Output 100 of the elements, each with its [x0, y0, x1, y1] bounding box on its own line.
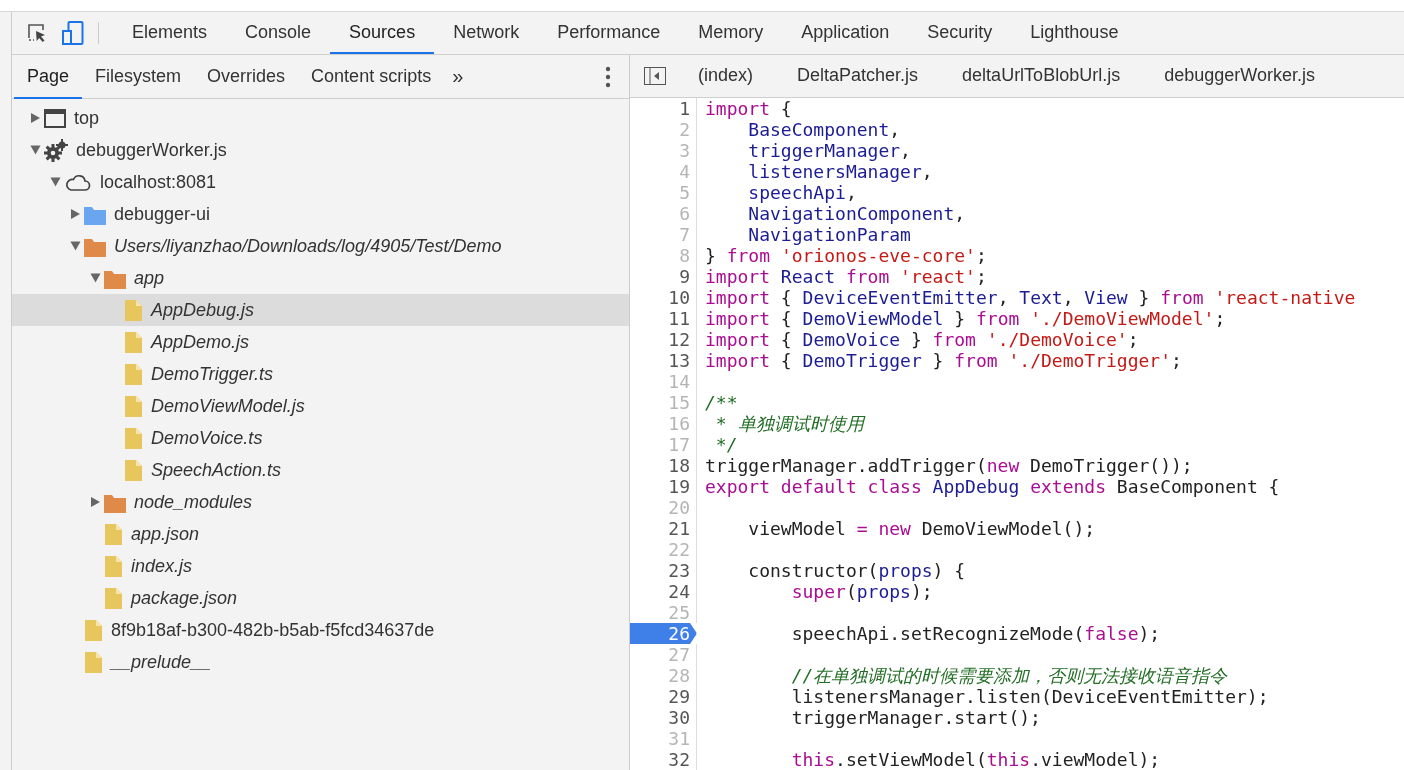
sidebar-toggle-icon[interactable]: [644, 67, 666, 85]
code-line: //在单独调试的时候需要添加，否则无法接收语音指令: [790, 665, 1228, 686]
line-number: 16: [630, 413, 697, 434]
line-number: 2: [630, 119, 697, 140]
code-line: import { DemoVoice } from './DemoVoice';: [705, 329, 1139, 350]
line-number: 24: [630, 581, 697, 602]
line-number: 17: [630, 434, 697, 455]
line-number: 15: [630, 392, 697, 413]
navigator-tab[interactable]: Filesystem: [82, 55, 195, 99]
tree-item[interactable]: package.json: [12, 582, 629, 614]
panel-tab[interactable]: Lighthouse: [1011, 12, 1138, 54]
tree-item[interactable]: debuggerWorker.js: [12, 134, 629, 166]
file-icon: [124, 330, 143, 354]
line-number: 30: [630, 707, 697, 728]
disclosure-triangle-icon[interactable]: [29, 112, 41, 124]
line-number: 1: [630, 98, 697, 119]
tree-item[interactable]: app: [12, 262, 629, 294]
code-line: listenersManager.listen(DeviceEventEmitter);: [790, 686, 1269, 707]
tree-item[interactable]: node_modules: [12, 486, 629, 518]
line-number: 29: [630, 686, 697, 707]
code-line: import { DemoViewModel } from './DemoViewModel';: [705, 308, 1226, 329]
line-number: 27: [630, 644, 697, 665]
code-line: speechApi.setRecognizeMode(false);: [790, 623, 1161, 644]
line-number: 28: [630, 665, 697, 686]
file-tab[interactable]: DeltaPatcher.js: [775, 55, 941, 98]
tree-item[interactable]: AppDemo.js: [12, 326, 629, 358]
disclosure-triangle-icon[interactable]: [69, 240, 81, 252]
code-line: BaseComponent,: [747, 119, 901, 140]
line-number: 12: [630, 329, 697, 350]
file-icon: [124, 458, 143, 482]
disclosure-triangle-icon[interactable]: [29, 144, 41, 156]
line-number: 4: [630, 161, 697, 182]
tree-item[interactable]: __prelude__: [12, 646, 629, 678]
navigator-tab[interactable]: Content scripts: [298, 55, 445, 99]
file-tab[interactable]: debuggerWorker.js: [1142, 55, 1337, 98]
tree-item[interactable]: localhost:8081: [12, 166, 629, 198]
code-line: import { DemoTrigger } from './DemoTrigger';: [705, 350, 1182, 371]
code-line: */: [714, 434, 738, 455]
panel-tab[interactable]: Elements: [113, 12, 227, 54]
device-toolbar-icon[interactable]: [62, 21, 84, 45]
tree-item[interactable]: Users/liyanzhao/Downloads/log/4905/Test/Demo: [12, 230, 629, 262]
tree-item[interactable]: app.json: [12, 518, 629, 550]
disclosure-triangle-icon[interactable]: [49, 176, 61, 188]
panel-tab[interactable]: Console: [226, 12, 331, 54]
code-line: triggerManager.addTrigger(new DemoTrigger());: [705, 455, 1193, 476]
file-icon: [104, 586, 123, 610]
line-number: 21: [630, 518, 697, 539]
line-number: 19: [630, 476, 697, 497]
tree-item[interactable]: debugger-ui: [12, 198, 629, 230]
code-line: super(props);: [790, 581, 933, 602]
inspect-element-icon[interactable]: [26, 22, 48, 44]
more-options-icon[interactable]: [605, 65, 611, 88]
file-icon: [124, 362, 143, 386]
code-line: viewModel = new DemoViewModel();: [747, 518, 1096, 539]
line-number: 8: [630, 245, 697, 266]
tree-item[interactable]: index.js: [12, 550, 629, 582]
line-number: 11: [630, 308, 697, 329]
file-icon: [84, 618, 103, 642]
line-number: 13: [630, 350, 697, 371]
window-frame-icon: [44, 107, 66, 129]
tree-item[interactable]: AppDebug.js: [12, 294, 629, 326]
tree-item[interactable]: DemoVoice.ts: [12, 422, 629, 454]
line-number: 6: [630, 203, 697, 224]
tree-item[interactable]: top: [12, 102, 629, 134]
breakpoint-marker[interactable]: 26: [630, 623, 697, 644]
code-line: listenersManager,: [747, 161, 933, 182]
more-tabs-button[interactable]: »: [444, 55, 472, 99]
tree-item[interactable]: 8f9b18af-b300-482b-b5ab-f5fcd34637de: [12, 614, 629, 646]
navigator-tab[interactable]: Page: [14, 55, 83, 99]
code-line: speechApi,: [747, 182, 857, 203]
line-number: 31: [630, 728, 697, 749]
panel-tab[interactable]: Memory: [679, 12, 783, 54]
disclosure-triangle-icon[interactable]: [89, 496, 101, 508]
code-line: } from 'orionos-eve-core';: [705, 245, 987, 266]
panel-tab[interactable]: Network: [434, 12, 539, 54]
navigator-tab[interactable]: Overrides: [194, 55, 299, 99]
panel-tab[interactable]: Performance: [538, 12, 680, 54]
disclosure-triangle-icon[interactable]: [69, 208, 81, 220]
line-number: 23: [630, 560, 697, 581]
line-number: 32: [630, 749, 697, 770]
file-icon: [124, 426, 143, 450]
disclosure-triangle-icon[interactable]: [89, 272, 101, 284]
code-line: import React from 'react';: [705, 266, 987, 287]
line-number: 10: [630, 287, 697, 308]
panel-tab[interactable]: Security: [908, 12, 1012, 54]
line-number: 22: [630, 539, 697, 560]
file-icon: [104, 554, 123, 578]
panel-tab[interactable]: Application: [782, 12, 909, 54]
tree-item[interactable]: DemoTrigger.ts: [12, 358, 629, 390]
cloud-icon: [64, 172, 92, 192]
code-line: /**: [705, 392, 738, 413]
tree-item[interactable]: DemoViewModel.js: [12, 390, 629, 422]
code-line: constructor(props) {: [747, 560, 966, 581]
code-line: this.setViewModel(this.viewModel);: [790, 749, 1161, 770]
file-tab[interactable]: deltaUrlToBlobUrl.js: [940, 55, 1143, 98]
tree-item[interactable]: SpeechAction.ts: [12, 454, 629, 486]
code-line: NavigationParam: [747, 224, 911, 245]
file-icon: [124, 394, 143, 418]
file-tab[interactable]: (index): [676, 55, 776, 98]
code-line: triggerManager.start();: [790, 707, 1041, 728]
